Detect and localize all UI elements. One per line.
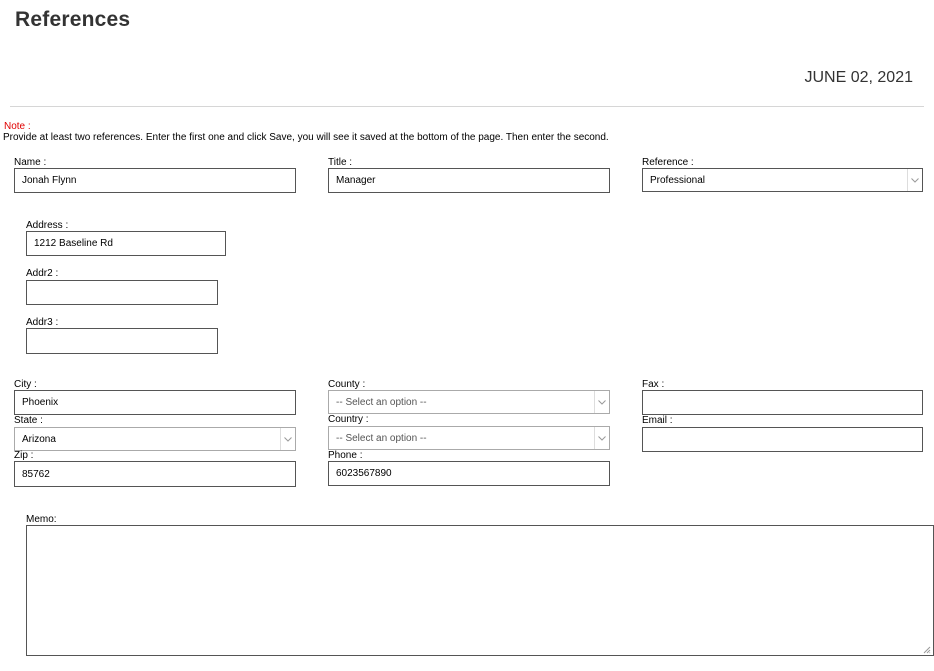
email-label: Email :	[642, 415, 673, 426]
fax-label: Fax :	[642, 379, 665, 390]
address-field[interactable]: 1212 Baseline Rd	[26, 231, 226, 256]
chevron-down-icon	[907, 169, 922, 191]
zip-field[interactable]: 85762	[14, 461, 296, 487]
title-label: Title :	[328, 157, 353, 168]
page-date: JUNE 02, 2021	[804, 69, 913, 86]
zip-label: Zip :	[14, 450, 34, 461]
note-label: Note :	[4, 121, 31, 132]
email-field[interactable]	[642, 427, 923, 452]
phone-field[interactable]: 6023567890	[328, 461, 610, 486]
reference-value: Professional	[650, 174, 706, 186]
resize-grip-icon[interactable]	[923, 646, 931, 654]
title-field[interactable]: Manager	[328, 168, 610, 193]
county-value: -- Select an option --	[336, 396, 427, 408]
phone-label: Phone :	[328, 450, 363, 461]
zip-value: 85762	[22, 468, 50, 480]
name-value: Jonah Flynn	[22, 175, 77, 186]
note-text: Provide at least two references. Enter t…	[3, 132, 609, 143]
memo-textarea[interactable]	[26, 525, 934, 656]
name-label: Name :	[14, 157, 47, 168]
city-field[interactable]: Phoenix	[14, 390, 296, 415]
chevron-down-icon	[280, 428, 295, 450]
country-label: Country :	[328, 414, 369, 425]
city-label: City :	[14, 379, 37, 390]
reference-select[interactable]: Professional	[642, 168, 923, 192]
reference-label: Reference :	[642, 157, 694, 168]
state-select[interactable]: Arizona	[14, 427, 296, 451]
county-label: County :	[328, 379, 366, 390]
country-value: -- Select an option --	[336, 432, 427, 444]
chevron-down-icon	[594, 427, 609, 449]
country-select[interactable]: -- Select an option --	[328, 426, 610, 450]
addr3-label: Addr3 :	[26, 317, 59, 328]
header-divider	[10, 106, 924, 107]
addr2-label: Addr2 :	[26, 268, 59, 279]
phone-value: 6023567890	[336, 468, 392, 479]
fax-field[interactable]	[642, 390, 923, 415]
state-label: State :	[14, 415, 43, 426]
address-label: Address :	[26, 220, 69, 231]
memo-label: Memo:	[26, 514, 57, 525]
title-value: Manager	[336, 175, 376, 186]
page-title: References	[15, 8, 131, 31]
addr3-field[interactable]	[26, 328, 218, 354]
name-field[interactable]: Jonah Flynn	[14, 168, 296, 193]
city-value: Phoenix	[22, 397, 59, 408]
state-value: Arizona	[22, 433, 56, 445]
county-select[interactable]: -- Select an option --	[328, 390, 610, 414]
addr2-field[interactable]	[26, 280, 218, 305]
address-value: 1212 Baseline Rd	[34, 238, 113, 249]
chevron-down-icon	[594, 391, 609, 413]
